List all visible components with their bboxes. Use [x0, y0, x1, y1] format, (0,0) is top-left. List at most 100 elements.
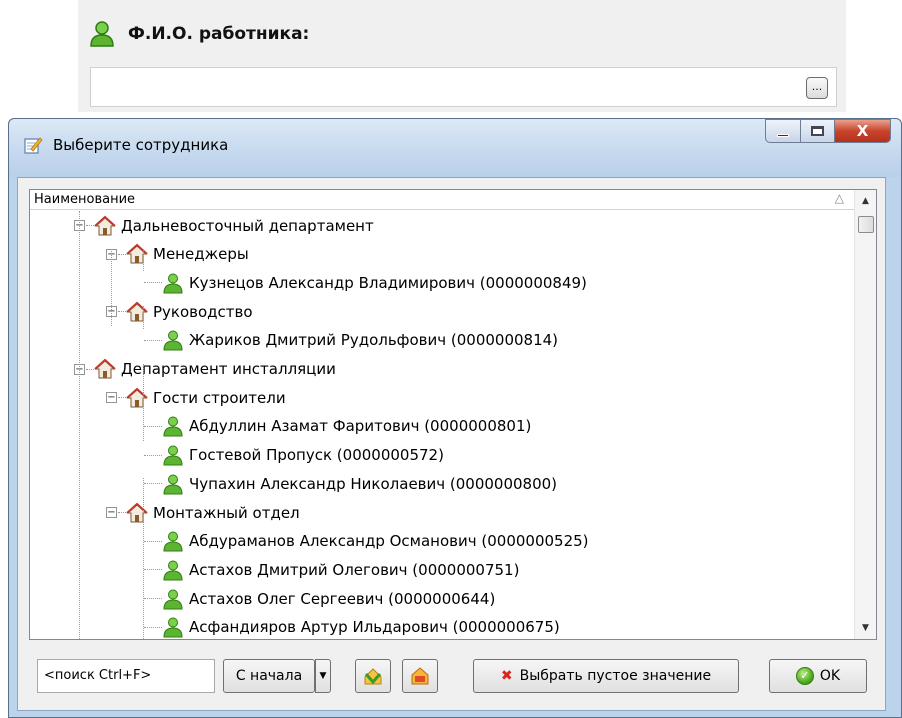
tree-node-label: Гости строители — [153, 388, 286, 407]
tree-employee-node[interactable]: Чупахин Александр Николаевич (0000000800… — [162, 469, 557, 498]
search-input[interactable]: <поиск Ctrl+F> — [37, 659, 215, 693]
tree-guide-line — [143, 478, 144, 639]
tree-folder-node[interactable]: Менеджеры — [126, 240, 249, 269]
tree-node-label: Астахов Олег Сергеевич (0000000644) — [189, 589, 496, 608]
house-icon — [126, 301, 148, 322]
maximize-button[interactable] — [801, 119, 835, 143]
tree-employee-node[interactable]: Гостевой Пропуск (0000000572) — [162, 441, 444, 470]
tree-connector — [144, 483, 162, 485]
tree-connector — [144, 339, 162, 341]
tree-folder-node[interactable]: Монтажный отдел — [126, 498, 300, 527]
house-icon — [126, 387, 148, 408]
dialog-title: Выберите сотрудника — [53, 136, 229, 154]
tree-node-label: Гостевой Пропуск (0000000572) — [189, 446, 444, 465]
clear-icon: ✖ — [500, 668, 513, 684]
person-icon — [163, 330, 183, 351]
tree-connector — [144, 282, 162, 284]
tree-employee-node[interactable]: Абдураманов Александр Османович (0000000… — [162, 527, 589, 556]
minimize-icon — [777, 133, 789, 137]
column-header-label: Наименование — [34, 192, 136, 207]
tree-folder-node[interactable]: Департамент инсталляции — [94, 355, 336, 384]
vertical-scrollbar[interactable]: ▲ ▼ — [854, 190, 876, 639]
person-icon — [163, 531, 183, 552]
tree-employee-node[interactable]: Астахов Олег Сергеевич (0000000644) — [162, 584, 495, 613]
employee-tree-panel[interactable]: Наименование △ Дальневосточный департаме… — [29, 189, 877, 640]
chevron-down-icon: ▼ — [319, 671, 327, 681]
tree-employee-node[interactable]: Жариков Дмитрий Рудольфович (0000000814) — [162, 326, 558, 355]
tree-connector — [144, 626, 162, 628]
person-icon — [163, 617, 183, 638]
tree-employee-node[interactable]: Абдуллин Азамат Фаритович (0000000801) — [162, 412, 531, 441]
house-icon — [126, 502, 148, 522]
employee-tree: Дальневосточный департамент − Менеджеры − Ку… — [30, 211, 854, 639]
edit-list-icon — [24, 137, 43, 154]
scroll-up-arrow-icon[interactable]: ▲ — [855, 192, 876, 210]
tree-folder-node[interactable]: Руководство — [126, 297, 253, 326]
employee-field-header: Ф.И.О. работника: — [88, 20, 309, 48]
tree-connector — [118, 397, 126, 399]
tree-connector — [144, 598, 162, 600]
person-icon — [90, 21, 114, 47]
person-icon — [163, 560, 183, 581]
tree-connector — [118, 253, 126, 255]
collapse-toggle-icon[interactable]: − — [106, 392, 117, 404]
close-button[interactable]: X — [835, 119, 891, 143]
expand-tree-icon — [364, 668, 382, 685]
tree-node-label: Асфандияров Артур Ильдарович (0000000675… — [189, 618, 560, 637]
tree-node-label: Астахов Дмитрий Олегович (0000000751) — [189, 560, 520, 579]
collapse-tree-icon — [411, 667, 429, 685]
tree-node-label: Абдураманов Александр Османович (0000000… — [189, 532, 589, 551]
ok-label: OK — [819, 668, 841, 684]
tree-guide-line — [143, 364, 144, 441]
tree-connector — [144, 540, 162, 542]
tree-node-label: Руководство — [153, 302, 253, 321]
tree-guide-line — [111, 249, 112, 326]
tree-guide-line — [79, 211, 80, 639]
dialog-titlebar[interactable]: Выберите сотрудника X — [9, 119, 901, 177]
person-icon — [163, 474, 183, 495]
minimize-button[interactable] — [765, 119, 801, 143]
tree-guide-line — [143, 306, 144, 329]
person-icon — [163, 445, 183, 466]
browse-button[interactable]: ... — [806, 77, 828, 99]
tree-employee-node[interactable]: Астахов Дмитрий Олегович (0000000751) — [162, 555, 519, 584]
house-icon — [94, 358, 116, 379]
tree-connector — [144, 425, 162, 427]
close-icon: X — [856, 122, 869, 140]
from-start-button[interactable]: С начала — [223, 659, 315, 693]
collapse-toggle-icon[interactable]: − — [106, 507, 117, 518]
tree-node-label: Дальневосточный департамент — [121, 216, 374, 235]
person-icon — [163, 416, 183, 437]
tree-connector — [144, 569, 162, 571]
house-icon — [94, 215, 116, 235]
select-empty-value-button[interactable]: ✖ Выбрать пустое значение — [473, 659, 739, 693]
tree-folder-node[interactable]: Гости строители — [126, 383, 286, 412]
expand-all-button[interactable] — [355, 659, 391, 693]
tree-employee-node[interactable]: Асфандияров Артур Ильдарович (0000000675… — [162, 613, 560, 639]
scroll-down-arrow-icon[interactable]: ▼ — [855, 619, 876, 637]
tree-node-label: Монтажный отдел — [153, 503, 300, 522]
tree-node-label: Кузнецов Александр Владимирович (0000000… — [189, 273, 587, 292]
window-controls: X — [765, 119, 891, 143]
select-employee-dialog: Выберите сотрудника X Наименование △ Дал… — [8, 118, 902, 718]
ok-button[interactable]: ✓ OK — [769, 659, 867, 693]
tree-connector — [86, 225, 94, 226]
house-icon — [126, 243, 148, 264]
tree-node-label: Жариков Дмитрий Рудольфович (0000000814) — [189, 331, 559, 350]
scrollbar-thumb[interactable] — [858, 216, 874, 233]
person-icon — [163, 589, 183, 610]
tree-employee-node[interactable]: Кузнецов Александр Владимирович (0000000… — [162, 268, 587, 297]
employee-field-label: Ф.И.О. работника: — [128, 24, 310, 44]
tree-folder-node[interactable]: Дальневосточный департамент — [94, 211, 374, 240]
maximize-icon — [811, 126, 824, 136]
tree-node-label: Департамент инсталляции — [121, 360, 336, 378]
collapse-all-button[interactable] — [402, 659, 438, 693]
tree-node-label: Менеджеры — [153, 245, 249, 264]
tree-node-label: Чупахин Александр Николаевич (0000000800… — [189, 474, 558, 493]
tree-node-label: Абдуллин Азамат Фаритович (0000000801) — [189, 417, 532, 436]
tree-connector — [144, 454, 162, 456]
from-start-dropdown-button[interactable]: ▼ — [315, 659, 331, 693]
column-header-name[interactable]: Наименование △ — [30, 190, 854, 210]
sort-ascending-icon: △ — [834, 191, 844, 205]
employee-name-field[interactable] — [90, 67, 837, 107]
